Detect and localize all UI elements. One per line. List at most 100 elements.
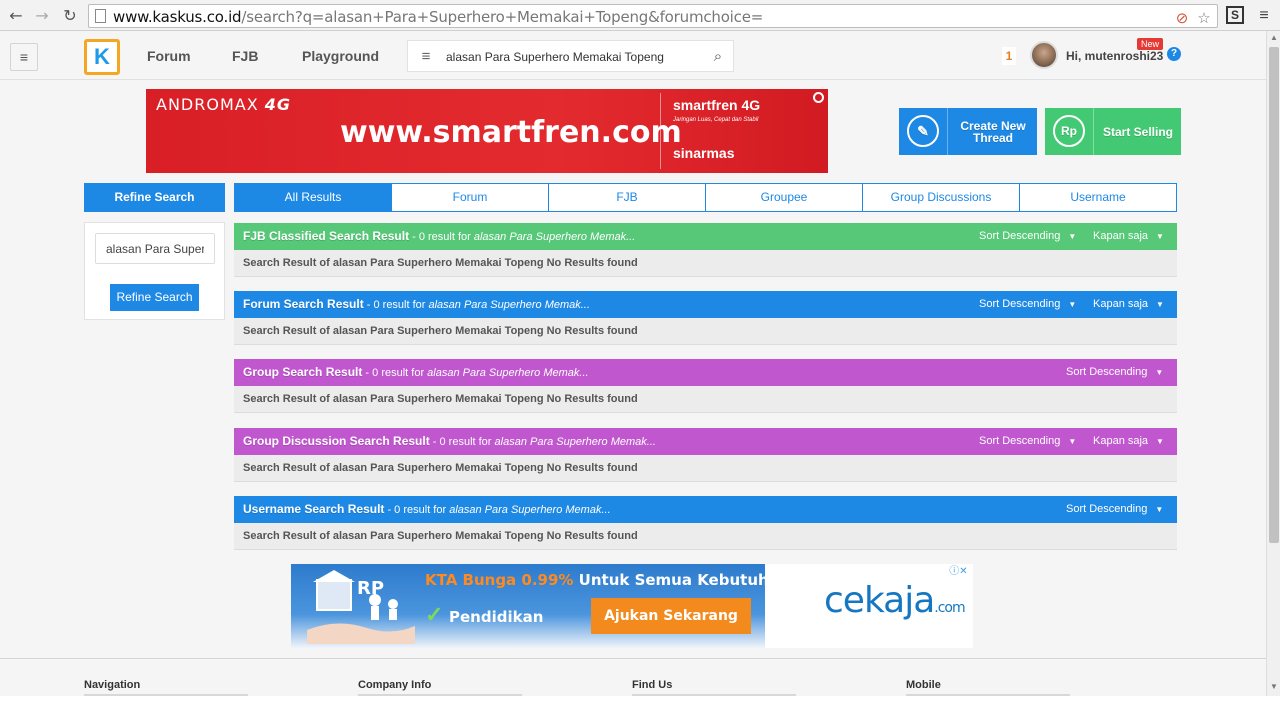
back-button[interactable]: ← xyxy=(6,6,26,26)
banner-divider xyxy=(660,93,661,169)
kaskus-logo[interactable]: K xyxy=(84,39,120,75)
start-selling-button[interactable]: Rp Start Selling xyxy=(1045,108,1181,155)
ad-headline-rest: Untuk Semua Kebutuhan xyxy=(573,571,790,589)
result-title: Forum Search Result - 0 result for alasa… xyxy=(243,291,590,318)
footer-mobile: Mobile xyxy=(906,679,941,691)
rupiah-icon: Rp xyxy=(1053,115,1085,147)
side-menu-button[interactable]: ≡ xyxy=(10,43,38,71)
sort-label: Sort Descending xyxy=(979,435,1061,447)
result-query: alasan Para Superhero Memak... xyxy=(473,231,636,243)
nav-fjb[interactable]: FJB xyxy=(232,48,258,64)
sort-dropdown[interactable]: Sort Descending ▼ xyxy=(979,223,1076,250)
chevron-down-icon: ▼ xyxy=(1155,505,1164,514)
help-icon[interactable]: ? xyxy=(1167,47,1181,61)
smartfren-banner-ad[interactable]: ANDROMAX 4G www.smartfren.com smartfren … xyxy=(146,89,828,173)
time-filter-dropdown[interactable]: Kapan saja ▼ xyxy=(1093,291,1164,318)
fjb-result-header: FJB Classified Search Result - 0 result … xyxy=(234,223,1177,250)
banner-tagline: Jaringan Luas, Cepat dan Stabil xyxy=(673,117,759,123)
search-filter-menu-icon[interactable]: ≡ xyxy=(416,47,436,67)
username-result-body: Search Result of alasan Para Superhero M… xyxy=(234,523,1177,550)
forward-button[interactable]: → xyxy=(32,6,52,26)
bookmark-star-icon[interactable]: ☆ xyxy=(1195,10,1213,28)
pencil-icon: ✎ xyxy=(907,115,939,147)
chevron-down-icon: ▼ xyxy=(1156,300,1164,309)
page-scrollbar[interactable]: ▲ ▼ xyxy=(1266,31,1280,696)
result-title-text: FJB Classified Search Result xyxy=(243,229,410,243)
sort-dropdown[interactable]: Sort Descending ▼ xyxy=(979,291,1076,318)
tab-groupee[interactable]: Groupee xyxy=(706,183,863,212)
result-query: alasan Para Superhero Memak... xyxy=(449,504,611,516)
result-count: - 0 result for xyxy=(363,299,429,311)
result-title-text: Group Discussion Search Result xyxy=(243,434,430,448)
refine-search-header: Refine Search xyxy=(84,183,225,212)
group-result-header: Group Search Result - 0 result for alasa… xyxy=(234,359,1177,386)
reload-button[interactable]: ↻ xyxy=(60,6,80,26)
time-filter-dropdown[interactable]: Kapan saja ▼ xyxy=(1093,223,1164,250)
result-title-text: Username Search Result xyxy=(243,502,385,516)
footer-company-info: Company Info xyxy=(358,679,432,691)
banner-tag-left: ANDROMAX xyxy=(156,95,259,114)
refine-search-input[interactable] xyxy=(95,233,215,264)
site-header: ≡ K Forum FJB Playground ≡ ⌕ 1 Hi, muten… xyxy=(0,31,1266,80)
header-search-input[interactable] xyxy=(446,46,696,68)
search-icon[interactable]: ⌕ xyxy=(708,47,728,67)
result-count: - 0 result for xyxy=(429,436,495,448)
avatar[interactable] xyxy=(1030,41,1058,69)
result-title-text: Forum Search Result xyxy=(243,297,364,311)
header-search: ≡ ⌕ xyxy=(407,40,734,72)
sort-dropdown[interactable]: Sort Descending ▼ xyxy=(979,428,1076,455)
browser-menu-icon[interactable]: ≡ xyxy=(1254,6,1274,26)
ad-headline: KTA Bunga 0.99% Untuk Semua Kebutuhan xyxy=(425,571,789,589)
tab-username[interactable]: Username xyxy=(1020,183,1177,212)
chevron-down-icon: ▼ xyxy=(1068,300,1077,309)
adchoices-icon[interactable]: ⓘ✕ xyxy=(945,565,972,579)
tab-group-discussions[interactable]: Group Discussions xyxy=(863,183,1020,212)
create-new-thread-button[interactable]: ✎ Create New Thread xyxy=(899,108,1037,155)
time-filter-label: Kapan saja xyxy=(1093,230,1149,242)
sort-dropdown[interactable]: Sort Descending ▼ xyxy=(1066,496,1163,523)
url-text: www.kaskus.co.id/search?q=alasan+Para+Su… xyxy=(113,8,763,26)
site-footer: Navigation Company Info Find Us Mobile xyxy=(0,658,1266,696)
tab-all-results[interactable]: All Results xyxy=(234,183,392,212)
scroll-up-arrow-icon[interactable]: ▲ xyxy=(1267,33,1280,45)
result-count: - 0 result for xyxy=(384,504,450,516)
result-title: FJB Classified Search Result - 0 result … xyxy=(243,223,635,250)
sort-label: Sort Descending xyxy=(979,230,1061,242)
apply-now-button[interactable]: Ajukan Sekarang >> xyxy=(591,598,751,648)
nav-forum[interactable]: Forum xyxy=(147,48,191,64)
nav-playground[interactable]: Playground xyxy=(302,48,379,64)
result-count: - 0 result for xyxy=(409,231,474,243)
footer-find-us: Find Us xyxy=(632,679,673,691)
tab-fjb[interactable]: FJB xyxy=(549,183,706,212)
banner-brand: smartfren 4G xyxy=(673,97,761,113)
extension-s-icon[interactable]: S xyxy=(1226,6,1244,24)
refine-search-button[interactable]: Refine Search xyxy=(110,284,199,311)
ad-education-label: Pendidikan xyxy=(449,608,544,626)
cekaja-banner-ad[interactable]: RP KTA Bunga 0.99% Untuk Semua Kebutuhan… xyxy=(291,564,973,648)
tab-forum[interactable]: Forum xyxy=(392,183,549,212)
group-discussion-result-header: Group Discussion Search Result - 0 resul… xyxy=(234,428,1177,455)
result-tabs: All Results Forum FJB Groupee Group Disc… xyxy=(234,183,1177,212)
forum-result-header: Forum Search Result - 0 result for alasa… xyxy=(234,291,1177,318)
banner-url: www.smartfren.com xyxy=(340,115,682,150)
user-greeting[interactable]: Hi, mutenroshi23 xyxy=(1066,49,1163,63)
banner-tag-right: 4G xyxy=(264,95,292,114)
ad-options-icon[interactable] xyxy=(813,92,824,103)
notification-count[interactable]: 1 xyxy=(1002,47,1016,65)
group-result-body: Search Result of alasan Para Superhero M… xyxy=(234,386,1177,413)
start-selling-label: Start Selling xyxy=(1102,124,1173,139)
ad-headline-rate: KTA Bunga 0.99% xyxy=(425,571,574,589)
cekaja-brand-suffix: .com xyxy=(934,600,965,616)
time-filter-dropdown[interactable]: Kapan saja ▼ xyxy=(1093,428,1164,455)
fjb-result-body: Search Result of alasan Para Superhero M… xyxy=(234,250,1177,277)
chevron-down-icon: ▼ xyxy=(1068,437,1077,446)
url-path: /search?q=alasan+Para+Superhero+Memakai+… xyxy=(241,8,764,26)
sort-dropdown[interactable]: Sort Descending ▼ xyxy=(1066,359,1163,386)
sort-label: Sort Descending xyxy=(979,298,1061,310)
scroll-down-arrow-icon[interactable]: ▼ xyxy=(1267,682,1280,694)
banner-group: sinarmas xyxy=(673,145,735,161)
scroll-thumb[interactable] xyxy=(1269,47,1279,543)
sort-label: Sort Descending xyxy=(1066,366,1148,378)
blocked-extension-icon[interactable]: ⊘ xyxy=(1173,10,1191,28)
address-bar[interactable]: www.kaskus.co.id/search?q=alasan+Para+Su… xyxy=(88,4,1218,28)
